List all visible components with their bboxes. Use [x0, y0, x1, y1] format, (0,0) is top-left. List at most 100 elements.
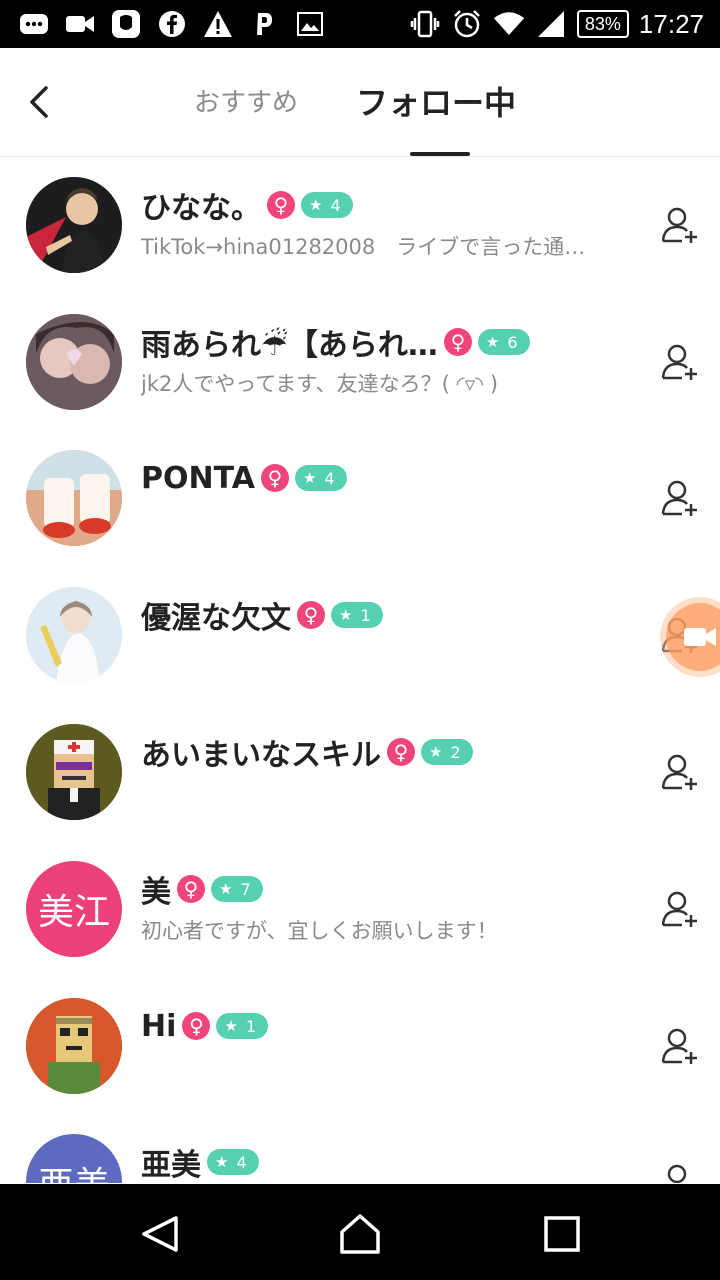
avatar[interactable] [26, 314, 122, 410]
tab-recommended[interactable]: おすすめ [194, 82, 298, 119]
star-icon: ★ [215, 1153, 229, 1171]
follow-button[interactable] [660, 752, 700, 792]
navigation-bar [0, 1184, 720, 1280]
signal-icon [535, 8, 567, 40]
active-tab-indicator [410, 152, 470, 156]
avatar[interactable] [26, 587, 122, 683]
female-icon: ♀ [267, 191, 295, 219]
add-user-icon [661, 480, 697, 516]
list-item[interactable]: 優渥な欠文 ♀ ★ 1 [0, 567, 720, 703]
level-badge: ★ 7 [211, 876, 263, 902]
wifi-icon [493, 8, 525, 40]
star-icon: ★ [302, 469, 317, 487]
user-name: PONTA [141, 460, 255, 496]
follow-button[interactable] [660, 1026, 700, 1066]
user-bio: 初心者ですが、宜しくお願いします！ [141, 919, 498, 943]
image-icon [294, 8, 326, 40]
video-camera-icon [64, 8, 96, 40]
level-badge: ★ 6 [477, 329, 530, 355]
chevron-left-icon [30, 86, 48, 118]
star-icon: ★ [339, 606, 353, 624]
level-value: 4 [330, 195, 341, 215]
follow-button[interactable] [660, 478, 700, 518]
nav-back-button[interactable] [138, 1212, 182, 1256]
list-item[interactable]: ひなな。 ♀ ★ 4 TikTok→hina01282008 ライブで言った通… [0, 157, 720, 293]
warning-icon [202, 8, 234, 40]
star-icon: ★ [219, 880, 233, 898]
follow-button[interactable] [660, 205, 700, 245]
level-badge: ★ 4 [207, 1149, 259, 1175]
avatar[interactable] [26, 177, 122, 273]
level-badge: ★ 2 [421, 739, 473, 765]
alarm-icon [451, 8, 483, 40]
user-name: 美 [141, 875, 171, 910]
add-user-icon [661, 754, 697, 790]
recents-icon [544, 1216, 580, 1252]
add-user-icon [661, 207, 697, 243]
back-button[interactable] [24, 82, 60, 122]
following-list: ひなな。 ♀ ★ 4 TikTok→hina01282008 ライブで言った通… … [0, 157, 720, 1183]
level-value: 4 [236, 1152, 247, 1172]
app-icon [110, 8, 142, 40]
home-icon [340, 1214, 380, 1254]
follow-button[interactable] [660, 342, 700, 382]
video-camera-icon [684, 628, 716, 646]
vibrate-icon [409, 8, 441, 40]
female-icon: ♀ [182, 1012, 211, 1040]
list-item[interactable]: PONTA ♀ ★ 4 [0, 430, 720, 566]
user-name: Hi [141, 1008, 177, 1044]
list-item[interactable]: 亜美 亜美 ★4 [0, 1114, 720, 1183]
level-value: 1 [360, 605, 371, 625]
level-badge: ★ 4 [294, 465, 347, 491]
star-icon: ★ [485, 333, 500, 351]
chat-icon [18, 8, 50, 40]
user-bio: TikTok→hina01282008 ライブで言った通… [141, 235, 586, 259]
back-icon [142, 1216, 178, 1252]
user-name: 雨あられ☔【あられ… [141, 328, 438, 363]
nav-recents-button[interactable] [540, 1212, 584, 1256]
level-value: 7 [240, 879, 251, 899]
avatar[interactable] [26, 724, 122, 820]
user-name: 優渥な欠文 [141, 601, 291, 636]
star-icon: ★ [309, 196, 323, 214]
female-icon: ♀ [297, 601, 325, 629]
female-icon: ♀ [177, 875, 205, 903]
follow-button[interactable] [660, 1162, 700, 1183]
user-name: ひなな。 [141, 191, 261, 226]
facebook-icon [156, 8, 188, 40]
p-app-icon [248, 8, 280, 40]
add-user-icon [667, 1164, 687, 1183]
status-time: 17:27 [638, 8, 704, 39]
avatar-text: 美江 [37, 892, 110, 933]
avatar-text: 亜美 [26, 1134, 122, 1183]
add-user-icon [661, 1028, 697, 1064]
female-icon: ♀ [260, 464, 289, 492]
tab-following[interactable]: フォロー中 [356, 78, 516, 124]
add-user-icon [661, 344, 697, 380]
female-icon: ♀ [387, 738, 415, 766]
level-badge: ★ 1 [331, 602, 383, 628]
user-name: あいまいなスキル [141, 738, 381, 773]
avatar[interactable]: 美江 [26, 861, 122, 957]
female-icon: ♀ [443, 328, 472, 356]
level-value: 6 [507, 332, 518, 352]
list-item[interactable]: 美江 美 ♀ ★ 7 初心者ですが、宜しくお願いします！ [0, 841, 720, 977]
star-icon: ★ [224, 1017, 238, 1035]
follow-button[interactable] [660, 889, 700, 929]
avatar[interactable] [26, 998, 122, 1094]
list-item[interactable]: Hi ♀ ★ 1 [0, 978, 720, 1114]
add-user-icon [661, 891, 697, 927]
battery-indicator: 83% [576, 10, 629, 38]
header: おすすめ フォロー中 [0, 48, 720, 157]
level-value: 2 [450, 742, 461, 762]
level-badge: ★ 1 [216, 1013, 269, 1039]
avatar[interactable] [26, 450, 122, 546]
level-badge: ★ 4 [301, 192, 353, 218]
level-value: 4 [324, 468, 335, 488]
nav-home-button[interactable] [338, 1212, 382, 1256]
list-item[interactable]: 雨あられ☔【あられ… ♀ ★ 6 jk2人でやってます、友達なろ？( ◜▿◝ ) [0, 294, 720, 430]
level-value: 1 [245, 1016, 257, 1036]
avatar[interactable]: 亜美 [26, 1134, 122, 1183]
user-name: 亜美 [141, 1148, 201, 1183]
list-item[interactable]: あいまいなスキル ♀ ★ 2 [0, 704, 720, 840]
